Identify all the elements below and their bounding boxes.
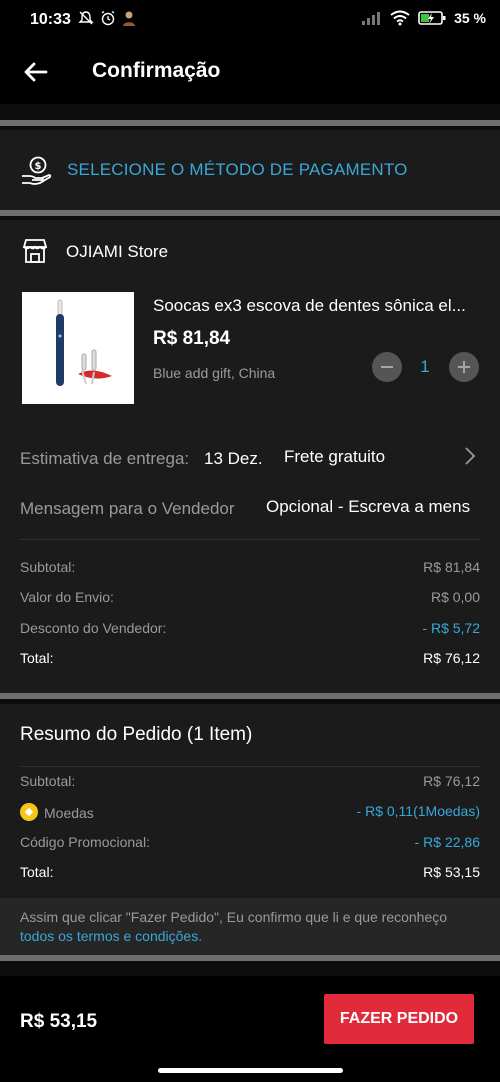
coin-icon [20,803,38,821]
quantity-decrease-button[interactable] [372,352,402,382]
disclaimer-text: Assim que clicar "Fazer Pedido", Eu conf… [20,909,448,925]
shipping-option[interactable]: Frete gratuito [284,447,385,467]
delivery-estimate-label: Estimativa de entrega: [20,449,190,468]
quantity-increase-button[interactable] [449,352,479,382]
payment-hand-coin-icon: $ [22,156,52,185]
section-separator [0,210,500,220]
home-indicator[interactable] [158,1068,343,1073]
divider [20,766,480,767]
order-total: R$ 53,15 [20,1011,98,1032]
profile-notification-icon [123,11,135,26]
terms-link[interactable]: todos os termos e condições. [20,928,202,944]
store-icon [22,239,48,263]
payment-method-selector[interactable]: $ SELECIONE O MÉTODO DE PAGAMENTO [0,130,500,210]
product-variant: Blue add gift, China [153,365,276,381]
alarm-icon [101,10,115,26]
minus-icon [381,366,393,368]
place-order-button[interactable]: FAZER PEDIDO [324,994,474,1044]
divider [20,539,480,540]
svg-text:$: $ [35,161,42,172]
product-image[interactable] [22,292,134,404]
back-arrow-icon[interactable] [22,58,50,86]
status-bar: 10:33 35 % [0,0,500,40]
terms-disclaimer: Assim que clicar "Fazer Pedido", Eu conf… [0,898,500,955]
chevron-right-icon[interactable] [462,445,478,467]
app-bar: Confirmação [0,40,500,104]
mute-notifications-icon [78,11,94,25]
store-name[interactable]: OJIAMI Store [66,242,168,262]
section-separator [0,104,500,130]
seller-message-input[interactable]: Opcional - Escreva a mens [266,497,500,517]
wifi-icon [390,10,410,26]
order-summary: Resumo do Pedido (1 Item) Subtotal: R$ 7… [0,704,500,898]
section-separator [0,693,500,704]
page-title: Confirmação [92,59,221,82]
battery-charging-icon [418,11,446,25]
payment-method-label[interactable]: SELECIONE O MÉTODO DE PAGAMENTO [67,160,408,180]
section-separator [0,955,500,976]
product-price: R$ 81,84 [153,328,231,349]
store-order-card: OJIAMI Store Soocas ex3 escova de dentes… [0,220,500,693]
plus-icon [458,361,470,373]
toothbrush-image [56,299,112,386]
product-name[interactable]: Soocas ex3 escova de dentes sônica el... [153,296,483,316]
battery-level: 35 % [454,10,486,26]
delivery-estimate-date: 13 Dez. [204,449,263,468]
seller-message-label: Mensagem para o Vendedor [20,499,235,518]
checkout-footer: R$ 53,15 FAZER PEDIDO [0,976,500,1082]
order-summary-title: Resumo do Pedido (1 Item) [20,724,253,745]
status-time: 10:33 [30,11,71,28]
quantity-value: 1 [420,357,430,376]
signal-icon [362,12,381,25]
